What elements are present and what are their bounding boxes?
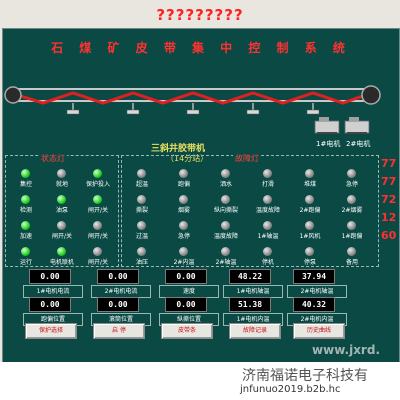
indicator-lamp	[137, 247, 146, 256]
head-pulley	[361, 85, 381, 105]
fault-lamp: 2#烟雾	[331, 195, 381, 215]
right-readout: 77	[381, 157, 397, 170]
indicator-lamp	[57, 195, 66, 204]
footer-bar: 济南福诺电子科技有 jnfunuo2019.b2b.hc	[0, 362, 400, 400]
indicator-lamp	[137, 195, 146, 204]
indicator-lamp	[179, 247, 188, 256]
watermark-text: www.jxrd.	[312, 343, 380, 357]
fault-record-button[interactable]: 故障记录	[229, 323, 281, 339]
footer-company: 济南福诺电子科技有	[242, 368, 368, 384]
indicator-lamp	[263, 247, 272, 256]
indicator-lamp	[57, 221, 66, 230]
tail-pulley	[4, 86, 22, 104]
indicator-lamp	[221, 221, 230, 230]
indicator-lamp	[21, 221, 30, 230]
right-readout: 77	[381, 175, 397, 188]
start-stop-button[interactable]: 启 停	[93, 323, 145, 339]
indicator-lamp	[93, 195, 102, 204]
status-panel-header: 状态灯	[39, 153, 67, 164]
belt-conveyor-diagram	[4, 85, 381, 134]
indicator-lamp	[21, 247, 30, 256]
motor-2-icon	[344, 117, 370, 134]
right-readout: 72	[381, 193, 397, 206]
indicator-lamp	[179, 221, 188, 230]
belt-idlers	[66, 109, 320, 115]
indicator-lamp	[305, 247, 314, 256]
motor-1-label: 1#电机	[316, 140, 341, 148]
indicator-lamp	[93, 247, 102, 256]
indicator-lamp	[305, 169, 314, 178]
indicator-lamp	[347, 169, 356, 178]
fault-panel-header: 故障灯	[233, 153, 261, 164]
belt-button[interactable]: 皮带条	[161, 323, 213, 339]
indicator-lamp	[21, 169, 30, 178]
indicator-lamp	[57, 247, 66, 256]
indicator-lamp	[263, 195, 272, 204]
indicator-lamp	[221, 195, 230, 204]
fault-lamp: 急停	[331, 169, 381, 189]
motor-1-icon	[314, 117, 340, 134]
right-readout: 60	[381, 229, 397, 242]
status-lamp: 闸开/关	[77, 221, 127, 241]
history-curve-button[interactable]: 历史曲线	[293, 323, 345, 339]
indicator-lamp	[93, 221, 102, 230]
status-lamp: 闸开/关	[77, 247, 127, 267]
indicator-lamp	[93, 169, 102, 178]
indicator-lamp	[305, 195, 314, 204]
protection-select-button[interactable]: 保护选择	[25, 323, 77, 339]
right-readout: 12	[381, 211, 397, 224]
motor-2-label: 2#电机	[346, 140, 371, 148]
indicator-lamp	[179, 169, 188, 178]
fault-lamp: 备用	[331, 247, 381, 267]
indicator-lamp	[179, 195, 188, 204]
indicator-lamp	[263, 169, 272, 178]
app-window: ????????? 石 煤 矿 皮 带 集 中 控 制 系 统 三斜井胶带机 （…	[0, 0, 400, 400]
indicator-lamp	[305, 221, 314, 230]
indicator-lamp	[347, 195, 356, 204]
indicator-lamp	[137, 169, 146, 178]
indicator-lamp	[21, 195, 30, 204]
indicator-lamp	[137, 221, 146, 230]
indicator-lamp	[347, 247, 356, 256]
indicator-lamp	[57, 169, 66, 178]
indicator-lamp	[221, 169, 230, 178]
indicator-lamp	[347, 221, 356, 230]
status-lamp: 保护投入	[77, 169, 127, 189]
system-title: 石 煤 矿 皮 带 集 中 控 制 系 统	[51, 41, 351, 55]
indicator-lamp	[221, 247, 230, 256]
control-panel: 石 煤 矿 皮 带 集 中 控 制 系 统 三斜井胶带机 （14分站） 1#电机…	[2, 28, 400, 364]
footer-url: jnfunuo2019.b2b.hc	[240, 384, 341, 395]
window-title: ?????????	[156, 6, 244, 24]
status-lamp: 闸开/关	[77, 195, 127, 215]
indicator-lamp	[263, 221, 272, 230]
fault-lamp: 1#跑偏	[331, 221, 381, 241]
